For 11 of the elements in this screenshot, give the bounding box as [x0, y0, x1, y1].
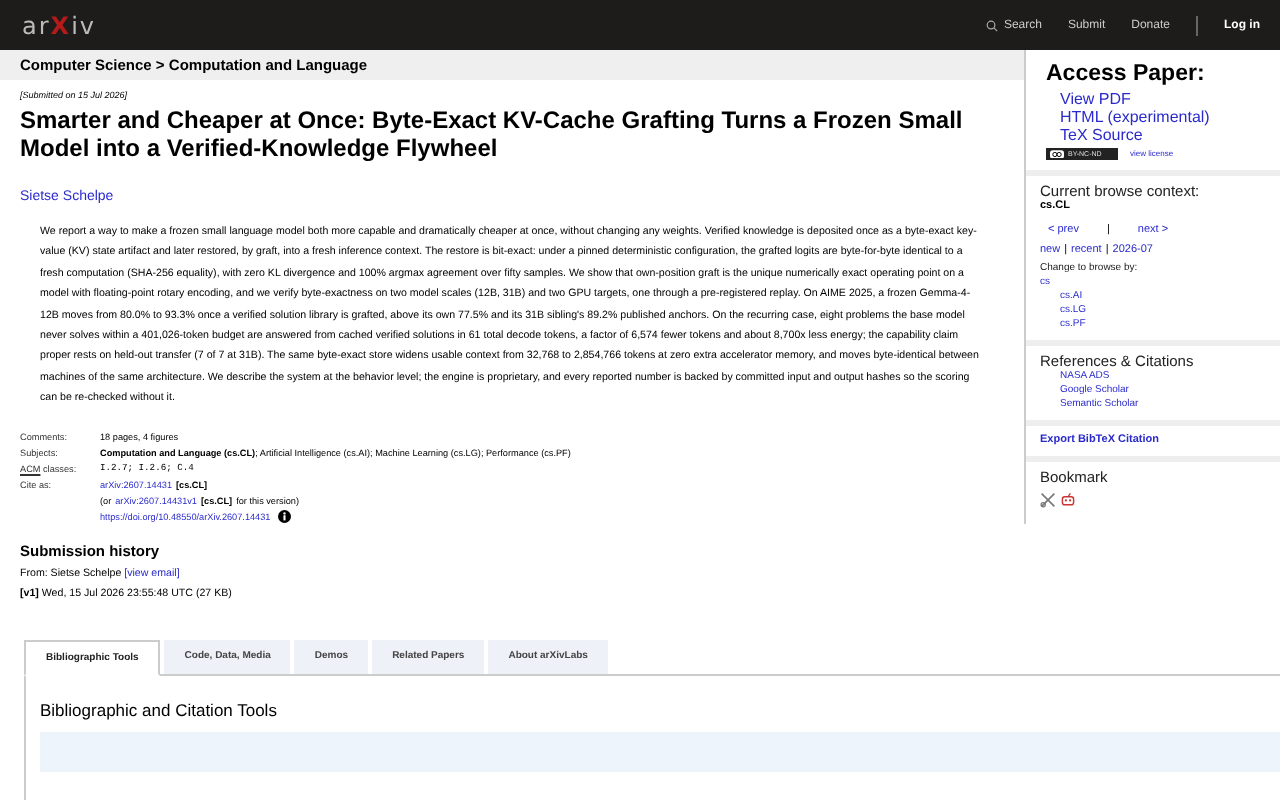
access-heading: Access Paper:	[1046, 62, 1207, 86]
access-link[interactable]: HTML (experimental)	[1060, 108, 1270, 126]
paper-title: Smarter and Cheaper at Once: Byte-Exact KV-Cache Grafting Turns a Frozen Small Model into a Verified-Knowledge Flywheel	[20, 106, 965, 162]
logo[interactable]: arXiv	[22, 13, 96, 37]
robot-icon[interactable]	[1060, 491, 1076, 507]
panel-heading: Bibliographic and Citation Tools	[40, 699, 279, 720]
search-icon[interactable]	[985, 19, 998, 31]
info-icon[interactable]	[278, 510, 292, 524]
scissors-icon[interactable]	[1040, 491, 1056, 507]
access-link[interactable]: TeX Source	[1060, 126, 1270, 144]
access-link[interactable]: View PDF	[1060, 90, 1270, 108]
